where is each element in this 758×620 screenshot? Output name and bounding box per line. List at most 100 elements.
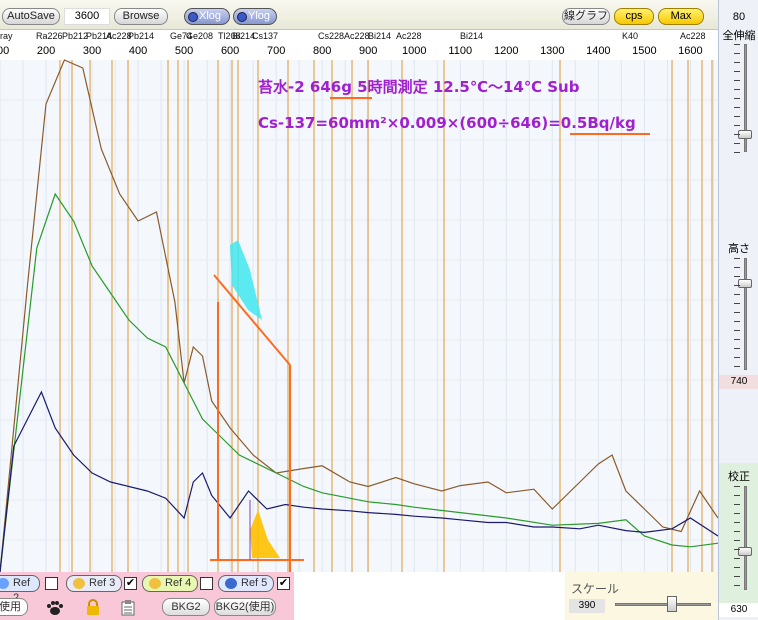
slider-tick	[734, 143, 740, 144]
peak-label: Ac228	[680, 31, 706, 41]
ref3-icon	[73, 578, 85, 589]
slider-tick	[734, 513, 740, 514]
slider-tick	[734, 339, 740, 340]
x-tick-label: 400	[129, 45, 147, 57]
x-tick-label: 1500	[632, 45, 656, 57]
top-value: 80	[732, 11, 746, 23]
slider-tick	[734, 312, 740, 313]
annotation-formula: Cs-137=60mm²×0.009×(600÷646)=0.5Bq/kg	[258, 114, 636, 132]
x-tick-label: 800	[313, 45, 331, 57]
height-label: 高さ	[728, 243, 750, 255]
x-tick-label: 900	[359, 45, 377, 57]
max-button[interactable]: Max	[658, 8, 704, 25]
x-tick-label: 1200	[494, 45, 518, 57]
clipboard-icon[interactable]	[121, 599, 135, 616]
slider-tick	[734, 330, 740, 331]
slider-tick	[734, 585, 740, 586]
xlog-label: Xlog	[199, 10, 222, 22]
slider-tick	[734, 294, 740, 295]
ref5-label: Ref 5	[241, 577, 268, 589]
slider-tick	[734, 558, 740, 559]
ref2-button[interactable]: Ref 2	[0, 575, 40, 604]
peak-label: Ac228	[396, 31, 422, 41]
scale-slider-track[interactable]	[615, 603, 711, 606]
slider-tick	[734, 495, 740, 496]
slider-tick	[734, 89, 740, 90]
peak-label: Pb214	[128, 31, 154, 41]
slider-tick	[734, 134, 740, 135]
x-tick-label: 600	[221, 45, 239, 57]
x-tick-label: 500	[175, 45, 193, 57]
height-slider-thumb[interactable]	[738, 279, 752, 288]
slider-tick	[734, 71, 740, 72]
autosave-button[interactable]: AutoSave	[2, 8, 60, 25]
peak-label: Ac228	[344, 31, 370, 41]
height-slider-track[interactable]	[744, 258, 747, 370]
line-graph-button[interactable]: 線グラフ	[562, 8, 610, 25]
slider-tick	[734, 303, 740, 304]
ref3-checkbox[interactable]: ✔	[124, 577, 137, 590]
slider-tick	[734, 116, 740, 117]
peak-label: ray	[0, 31, 13, 41]
peak-label: Cs137	[252, 31, 278, 41]
peak-label: K40	[622, 31, 638, 41]
zoom-slider-thumb[interactable]	[738, 130, 752, 139]
xlog-toggle[interactable]: Xlog	[184, 8, 230, 25]
x-tick-label: 300	[83, 45, 101, 57]
peak-label: Bi214	[460, 31, 483, 41]
paw-icon[interactable]	[46, 600, 64, 616]
ref2-checkbox[interactable]	[45, 577, 58, 590]
cps-button[interactable]: cps	[614, 8, 654, 25]
slider-tick	[734, 486, 740, 487]
peak-label: Pb212	[62, 31, 88, 41]
slider-tick	[734, 125, 740, 126]
slider-tick	[734, 357, 740, 358]
scale-label: スケール	[571, 582, 620, 596]
count-input[interactable]: 3600	[64, 8, 110, 25]
use-button[interactable]: 使用	[0, 598, 28, 616]
side-panel: 80 全伸縮 高さ 740 校正 630	[718, 0, 758, 620]
x-tick-label: 1300	[540, 45, 564, 57]
slider-tick	[734, 366, 740, 367]
slider-tick	[734, 80, 740, 81]
radio-icon	[237, 12, 247, 22]
slider-tick	[734, 152, 740, 153]
x-tick-label: 700	[267, 45, 285, 57]
lock-icon[interactable]	[86, 599, 100, 616]
bottom-spacer	[294, 572, 565, 620]
slider-tick	[734, 549, 740, 550]
slider-tick	[734, 321, 740, 322]
radio-icon	[188, 12, 198, 22]
slider-tick	[734, 567, 740, 568]
ref5-checkbox[interactable]: ✔	[277, 577, 290, 590]
slider-tick	[734, 348, 740, 349]
x-tick-label: 100	[0, 45, 9, 57]
slider-tick	[734, 540, 740, 541]
x-tick-label: 1600	[678, 45, 702, 57]
slider-tick	[734, 62, 740, 63]
ref3-button[interactable]: Ref 3	[66, 575, 122, 592]
zoom-label: 全伸縮	[722, 30, 756, 42]
ylog-toggle[interactable]: Ylog	[233, 8, 277, 25]
toolbar: AutoSave 3600 Browse Xlog Ylog 線グラフ cps …	[0, 0, 718, 30]
bkg2-button[interactable]: BKG2	[162, 598, 210, 616]
calibration-slider-track[interactable]	[744, 486, 747, 590]
slider-tick	[734, 98, 740, 99]
slider-tick	[734, 258, 740, 259]
x-tick-label: 200	[37, 45, 55, 57]
ref4-button[interactable]: Ref 4	[142, 575, 198, 592]
peak-label: Ra226	[36, 31, 63, 41]
ref4-checkbox[interactable]	[200, 577, 213, 590]
peak-label: Bi214	[368, 31, 391, 41]
ref3-label: Ref 3	[89, 577, 116, 589]
slider-tick	[734, 107, 740, 108]
browse-button[interactable]: Browse	[114, 8, 168, 25]
bkg2-use-button[interactable]: BKG2(使用)	[214, 598, 276, 616]
calibration-slider-thumb[interactable]	[738, 547, 752, 556]
scale-slider-thumb[interactable]	[667, 596, 677, 612]
reference-panel: Ref 2 Ref 3 ✔ Ref 4 Ref 5 ✔ 使用 BKG2 BKG2…	[0, 572, 294, 620]
calibration-section	[719, 463, 758, 608]
x-tick-label: 1400	[586, 45, 610, 57]
ref5-button[interactable]: Ref 5	[218, 575, 274, 592]
scale-value: 390	[569, 599, 605, 613]
